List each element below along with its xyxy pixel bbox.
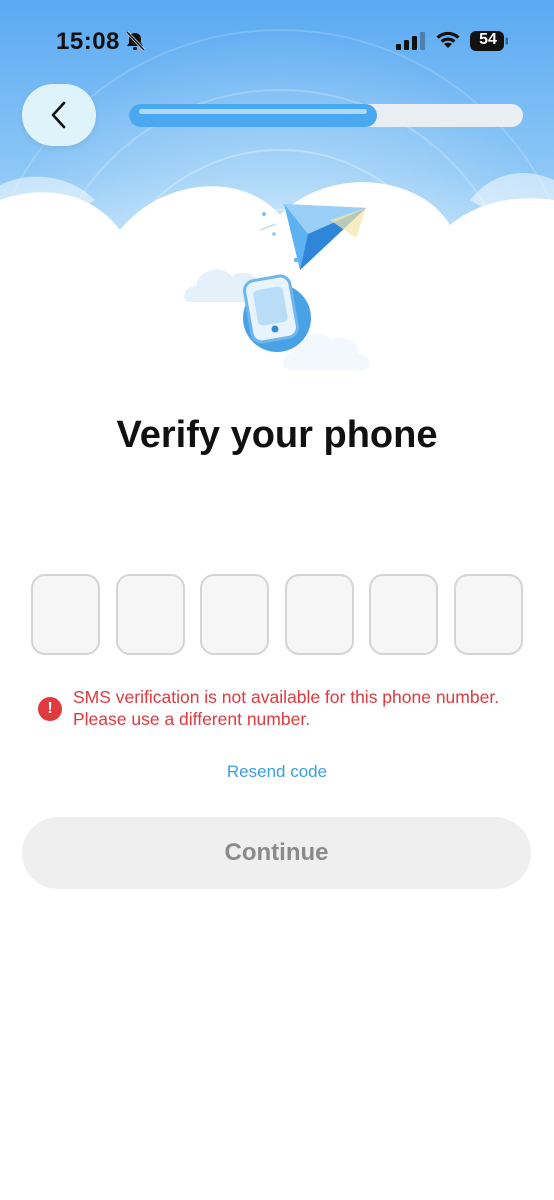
status-time: 15:08	[56, 28, 120, 55]
code-digit-2[interactable]	[116, 574, 185, 655]
status-bar: 15:08 54	[0, 0, 554, 84]
paper-plane-icon	[259, 204, 366, 270]
battery-level: 54	[479, 31, 497, 48]
progress-shine	[139, 109, 367, 114]
error-text-line-1: SMS verification is not available for th…	[73, 687, 500, 707]
error-text: SMS verification is not available for th…	[73, 686, 543, 730]
error-icon: !	[38, 697, 62, 721]
progress-bar	[129, 104, 523, 127]
resend-code-link[interactable]: Resend code	[0, 762, 554, 782]
code-digit-1[interactable]	[31, 574, 100, 655]
cellular-signal-icon	[396, 32, 425, 50]
phone-icon	[243, 274, 311, 352]
code-digit-6[interactable]	[454, 574, 523, 655]
progress-fill	[129, 104, 377, 127]
code-digit-3[interactable]	[200, 574, 269, 655]
bell-slash-icon	[125, 30, 146, 52]
chevron-left-icon	[51, 101, 66, 129]
wifi-icon	[436, 31, 460, 48]
back-button[interactable]	[22, 84, 96, 146]
verify-illustration	[184, 204, 370, 370]
code-digit-4[interactable]	[285, 574, 354, 655]
page-title: Verify your phone	[116, 414, 438, 456]
continue-button[interactable]: Continue	[22, 817, 531, 889]
code-digit-5[interactable]	[369, 574, 438, 655]
error-text-line-2: Please use a different number.	[73, 709, 311, 729]
verification-code-input[interactable]	[31, 574, 523, 655]
